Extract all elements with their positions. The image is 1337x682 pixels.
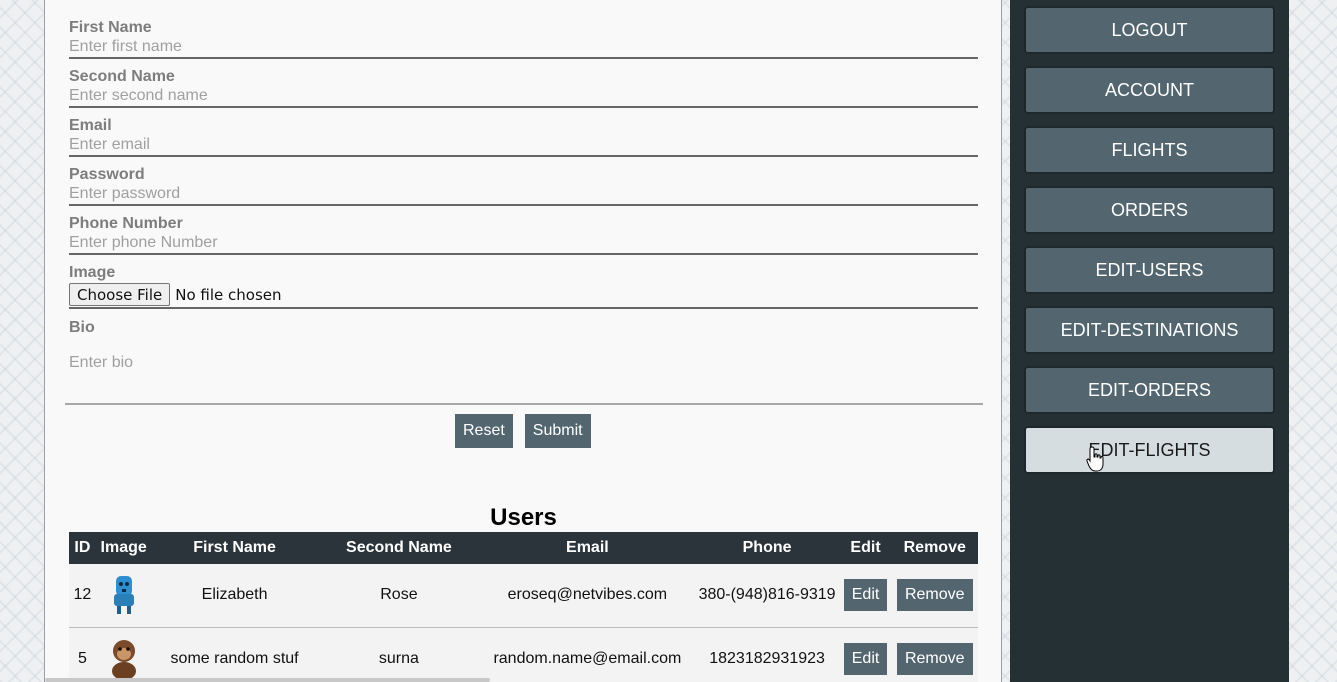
horizontal-scrollbar[interactable] [45, 678, 490, 682]
phone-field: Phone Number [69, 215, 978, 255]
remove-user-button[interactable]: Remove [896, 642, 973, 675]
phone-label: Phone Number [69, 215, 183, 232]
user-edit-cell: Edit [839, 564, 892, 628]
edit-user-button[interactable]: Edit [843, 579, 888, 612]
phone-input[interactable] [69, 233, 978, 255]
sidebar-item-edit-flights[interactable]: EDIT-FLIGHTS [1024, 426, 1275, 474]
bio-textarea[interactable] [65, 343, 983, 405]
user-remove-cell: Remove [891, 627, 978, 682]
user-id-cell: 12 [69, 564, 96, 628]
user-email-cell: random.name@email.com [480, 627, 695, 682]
column-header-first-name: First Name [151, 532, 318, 564]
edit-user-button[interactable]: Edit [843, 642, 888, 675]
users-title: Users [490, 504, 557, 531]
user-first-name-cell: Elizabeth [151, 564, 318, 628]
user-first-name-cell: some random stuf [151, 627, 318, 682]
sidebar-item-edit-orders[interactable]: EDIT-ORDERS [1024, 366, 1275, 414]
bio-label: Bio [69, 319, 95, 336]
submit-button[interactable]: Submit [524, 414, 591, 448]
first-name-field: First Name [69, 19, 978, 59]
brown-monkey-avatar-icon [107, 638, 141, 680]
table-header-row: ID Image First Name Second Name Email Ph… [69, 532, 978, 564]
email-field: Email [69, 117, 978, 157]
second-name-field: Second Name [69, 68, 978, 108]
user-phone-cell: 380-(948)816-9319 [694, 564, 840, 628]
email-input[interactable] [69, 135, 978, 157]
sidebar-item-logout[interactable]: LOGOUT [1024, 6, 1275, 54]
user-id-cell: 5 [69, 627, 96, 682]
remove-user-button[interactable]: Remove [896, 579, 973, 612]
first-name-input[interactable] [69, 37, 978, 59]
image-file-picker: Choose File No file chosen [69, 282, 978, 309]
reset-button[interactable]: Reset [455, 414, 513, 448]
main-panel: First Name Second Name Email Password Ph… [44, 0, 1002, 682]
file-status-text: No file chosen [175, 285, 282, 304]
user-remove-cell: Remove [891, 564, 978, 628]
user-phone-cell: 1823182931923 [694, 627, 840, 682]
user-image-cell [95, 564, 152, 628]
column-header-edit: Edit [839, 532, 892, 564]
user-second-name-cell: Rose [317, 564, 481, 628]
email-label: Email [69, 117, 112, 134]
column-header-phone: Phone [694, 532, 840, 564]
sidebar-nav: LOGOUT ACCOUNT FLIGHTS ORDERS EDIT-USERS… [1010, 0, 1289, 682]
second-name-input[interactable] [69, 86, 978, 108]
users-table: ID Image First Name Second Name Email Ph… [69, 532, 978, 682]
user-edit-cell: Edit [839, 627, 892, 682]
user-email-cell: eroseq@netvibes.com [480, 564, 695, 628]
first-name-label: First Name [69, 19, 152, 36]
user-second-name-cell: surna [317, 627, 481, 682]
table-row: 5 some random stuf surna random.name@ema… [69, 627, 978, 682]
sidebar-item-edit-users[interactable]: EDIT-USERS [1024, 246, 1275, 294]
blue-robot-avatar-icon [107, 574, 141, 616]
password-input[interactable] [69, 184, 978, 206]
column-header-second-name: Second Name [317, 532, 481, 564]
sidebar-item-account[interactable]: ACCOUNT [1024, 66, 1275, 114]
user-image-cell [95, 627, 152, 682]
hand-cursor-icon [1086, 446, 1106, 472]
table-row: 12 Elizabeth Rose eroseq@netvibes.com 38… [69, 564, 978, 628]
sidebar-item-orders[interactable]: ORDERS [1024, 186, 1275, 234]
bio-field: Bio [69, 319, 978, 337]
second-name-label: Second Name [69, 68, 175, 85]
sidebar-item-edit-destinations[interactable]: EDIT-DESTINATIONS [1024, 306, 1275, 354]
column-header-email: Email [480, 532, 695, 564]
choose-file-button[interactable]: Choose File [69, 283, 171, 306]
column-header-remove: Remove [891, 532, 978, 564]
image-label: Image [69, 264, 116, 281]
column-header-id: ID [69, 532, 96, 564]
column-header-image: Image [95, 532, 152, 564]
password-label: Password [69, 166, 145, 183]
form-actions: Reset Submit [455, 414, 591, 448]
sidebar-item-flights[interactable]: FLIGHTS [1024, 126, 1275, 174]
image-field: Image Choose File No file chosen [69, 264, 978, 309]
password-field: Password [69, 166, 978, 206]
